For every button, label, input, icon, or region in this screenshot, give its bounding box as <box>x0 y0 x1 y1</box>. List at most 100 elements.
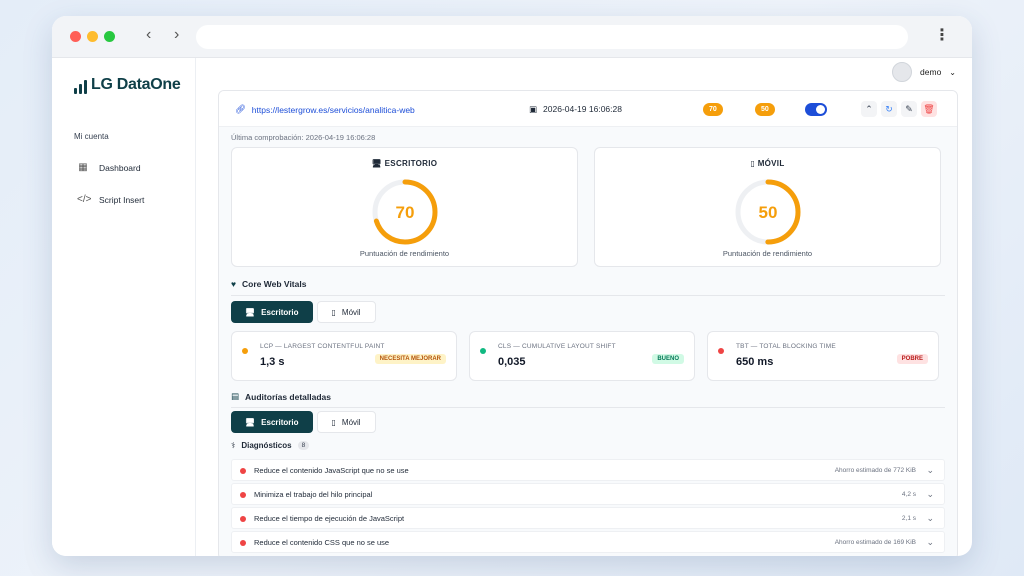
forward-arrow-icon[interactable]: › <box>174 26 179 44</box>
check-datetime: ▣ 2026-04-19 16:06:28 <box>529 104 622 115</box>
user-menu[interactable]: demo ⌄ <box>892 62 956 82</box>
list-item[interactable]: Reduce el contenido JavaScript que no se… <box>231 459 945 481</box>
phone-icon: ▯ <box>750 159 756 168</box>
collapse-icon[interactable]: ⌃ <box>861 101 877 117</box>
chevron-down-icon[interactable]: ⌄ <box>926 489 934 500</box>
address-bar[interactable] <box>196 25 908 49</box>
tab-audit-desktop[interactable]: 🖥︎ Escritorio <box>231 411 313 433</box>
metric-card-lcp: LCP — LARGEST CONTENTFUL PAINT 1,3 s NEC… <box>231 331 457 381</box>
desktop-score-title: ESCRITORIO <box>384 159 438 168</box>
status-dot <box>718 348 724 354</box>
audit-meta: 2,1 s <box>901 515 916 522</box>
browser-menu-icon[interactable]: ⋮ <box>934 25 950 45</box>
desktop-score-caption: Puntuación de rendimiento <box>359 249 450 258</box>
tab-audit-mobile[interactable]: ▯ Móvil <box>316 411 376 433</box>
mobile-score-card: ▯ MÓVIL 50 Puntuación de rendimiento <box>594 147 941 267</box>
tab-label: Escritorio <box>261 307 299 317</box>
tab-label: Móvil <box>341 417 361 427</box>
refresh-icon[interactable]: ↻ <box>881 101 897 117</box>
phone-icon: ▯ <box>331 417 336 427</box>
grid-icon: ▦ <box>78 162 88 173</box>
metric-card-tbt: TBT — TOTAL BLOCKING TIME 650 ms POBRE <box>707 331 939 381</box>
code-icon: </> <box>77 194 92 205</box>
cwv-title: Core Web Vitals <box>242 279 307 289</box>
calendar-icon: ▣ <box>529 104 538 114</box>
metric-name: CLS — CUMULATIVE LAYOUT SHIFT <box>498 343 616 350</box>
link-icon: 🔗︎ <box>235 104 246 114</box>
site-url-link[interactable]: 🔗︎ https://lestergrow.es/servicios/anali… <box>235 104 415 115</box>
browser-chrome: ‹ › ⋮ <box>52 16 972 58</box>
status-dot <box>240 516 246 522</box>
close-window-button[interactable] <box>70 31 81 42</box>
audit-meta: 4,2 s <box>901 491 916 498</box>
tab-cwv-mobile[interactable]: ▯ Móvil <box>316 301 376 323</box>
chevron-down-icon[interactable]: ⌄ <box>926 537 934 548</box>
mobile-score-pill: 50 <box>755 103 775 116</box>
delete-icon[interactable]: 🗑︎ <box>921 101 937 117</box>
tab-label: Móvil <box>341 307 361 317</box>
mobile-score-title: MÓVIL <box>757 159 785 168</box>
monitoring-toggle[interactable] <box>805 103 827 116</box>
metric-value: 0,035 <box>498 356 526 368</box>
tab-cwv-desktop[interactable]: 🖥︎ Escritorio <box>231 301 313 323</box>
last-check-text: Última comprobación: 2026-04-19 16:06:28 <box>231 133 376 142</box>
avatar <box>892 62 913 82</box>
desktop-score-gauge: 70 <box>372 179 437 245</box>
audit-text: Reduce el contenido JavaScript que no se… <box>254 466 409 475</box>
audit-text: Reduce el tiempo de ejecución de JavaScr… <box>254 514 405 523</box>
metric-value: 650 ms <box>736 356 774 368</box>
monitor-icon: 🖥︎ <box>245 417 256 427</box>
status-badge: BUENO <box>652 354 684 364</box>
divider <box>231 407 945 408</box>
desktop-score-value: 70 <box>395 203 414 222</box>
main-content: demo ⌄ 🔗︎ https://lestergrow.es/servicio… <box>196 58 972 556</box>
site-header-row: 🔗︎ https://lestergrow.es/servicios/anali… <box>219 91 957 127</box>
back-arrow-icon[interactable]: ‹ <box>146 26 151 44</box>
monitor-icon: 🖥︎ <box>245 307 256 317</box>
diagnostics-header[interactable]: ⚕ Diagnósticos 8 <box>231 441 310 450</box>
username: demo <box>920 67 942 77</box>
status-badge: NECESITA MEJORAR <box>374 354 446 364</box>
site-url: https://lestergrow.es/servicios/analitic… <box>251 104 415 115</box>
status-dot <box>240 468 246 474</box>
desktop-score-header: 🖥︎ ESCRITORIO <box>232 159 577 168</box>
list-item[interactable]: Reduce el tiempo de ejecución de JavaScr… <box>231 507 945 529</box>
minimize-window-button[interactable] <box>87 31 98 42</box>
status-dot <box>242 348 248 354</box>
edit-icon[interactable]: ✎ <box>901 101 917 117</box>
sidebar-item-script-insert[interactable]: </> Script Insert <box>77 194 144 205</box>
logo-bars-icon <box>74 80 87 94</box>
maximize-window-button[interactable] <box>104 31 115 42</box>
stethoscope-icon: ⚕ <box>231 441 236 450</box>
status-badge: POBRE <box>896 354 928 364</box>
heart-pulse-icon: ♥ <box>231 279 237 289</box>
mobile-score-gauge: 50 <box>735 179 800 245</box>
sidebar-item-label: Script Insert <box>99 194 145 205</box>
diagnostics-count: 8 <box>297 441 310 450</box>
sidebar-section-label: Mi cuenta <box>74 132 109 141</box>
chevron-down-icon[interactable]: ⌄ <box>926 513 934 524</box>
datetime-text: 2026-04-19 16:06:28 <box>543 104 622 114</box>
chevron-down-icon[interactable]: ⌄ <box>926 465 934 476</box>
mobile-score-header: ▯ MÓVIL <box>595 159 940 168</box>
mobile-score-value: 50 <box>758 203 777 222</box>
desktop-score-pill: 70 <box>703 103 723 116</box>
audit-meta: Ahorro estimado de 169 KiB <box>834 539 916 546</box>
status-dot <box>480 348 486 354</box>
list-item[interactable]: Minimiza el trabajo del hilo principal 4… <box>231 483 945 505</box>
divider <box>231 295 945 296</box>
metric-name: LCP — LARGEST CONTENTFUL PAINT <box>260 343 385 350</box>
logo-text: LG DataOne <box>91 76 181 93</box>
site-panel: 🔗︎ https://lestergrow.es/servicios/anali… <box>218 90 958 556</box>
logo[interactable]: LG DataOne <box>74 76 181 94</box>
list-item[interactable]: Reduce el contenido CSS que no se use Ah… <box>231 531 945 553</box>
audit-text: Reduce el contenido CSS que no se use <box>254 538 390 547</box>
status-dot <box>240 540 246 546</box>
browser-window: ‹ › ⋮ LG DataOne Mi cuenta ▦ Dashboard <… <box>52 16 972 556</box>
clipboard-icon: ▤ <box>231 391 240 401</box>
desktop-score-card: 🖥︎ ESCRITORIO 70 Puntuación de rendimien… <box>231 147 578 267</box>
sidebar-item-dashboard[interactable]: ▦ Dashboard <box>77 162 140 173</box>
diagnostics-title: Diagnósticos <box>241 441 292 450</box>
mobile-score-caption: Puntuación de rendimiento <box>722 249 813 258</box>
tab-label: Escritorio <box>261 417 299 427</box>
